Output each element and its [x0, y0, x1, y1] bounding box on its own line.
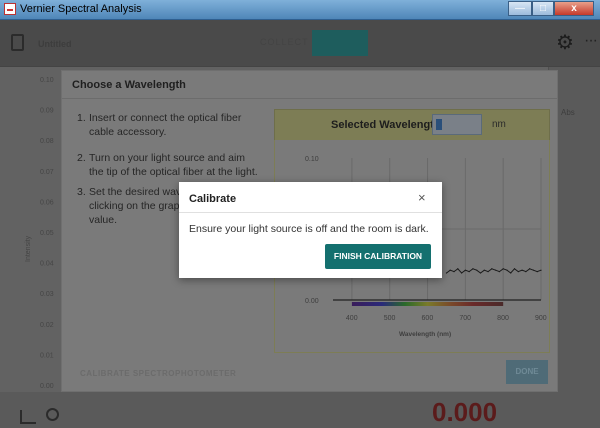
spectrum-point — [502, 268, 504, 270]
bg-y-tick-label: 0.07 — [40, 169, 54, 176]
calibrate-dialog: Calibrate × Ensure your light source is … — [179, 182, 442, 278]
y-tick-label: 0.10 — [305, 156, 319, 163]
meter-reading: 0.000 — [432, 397, 498, 427]
app-toolbar: Untitled COLLECT ⚙ ··· — [0, 20, 600, 67]
window-titlebar: Vernier Spectral Analysis — □ x — [0, 0, 600, 20]
bg-y-tick-label: 0.09 — [40, 108, 54, 115]
bg-y-tick-label: 0.03 — [40, 291, 54, 298]
divider — [179, 212, 442, 213]
zoom-icon[interactable] — [46, 408, 59, 421]
spectrum-point — [483, 269, 485, 271]
close-icon[interactable]: × — [418, 190, 426, 205]
spectrum-point — [540, 269, 542, 271]
step-text: Turn on your light source and aim the ti… — [89, 152, 258, 178]
close-window-button[interactable]: x — [554, 1, 594, 16]
bg-y-tick-label: 0.08 — [40, 138, 54, 145]
bg-y-tick-label: 0.06 — [40, 199, 54, 206]
unit-label: nm — [492, 119, 506, 130]
side-panel-label: Abs — [561, 108, 575, 117]
done-button[interactable]: DONE — [506, 360, 548, 384]
spectrum-point — [525, 271, 527, 273]
file-icon[interactable] — [11, 34, 24, 51]
wavelength-input[interactable] — [432, 114, 482, 135]
x-tick-label: 500 — [384, 315, 396, 322]
bg-y-tick-label: 0.02 — [40, 322, 54, 329]
spectrum-point — [513, 268, 516, 270]
window-controls: — □ x — [508, 1, 594, 16]
dialog-title: Choose a Wavelength — [72, 79, 186, 91]
spectrum-point — [495, 269, 497, 271]
tab-collect[interactable]: COLLECT — [260, 37, 309, 47]
spectrum-point — [506, 269, 508, 271]
step-number: 1. — [77, 112, 86, 124]
bg-y-tick-label: 0.05 — [40, 230, 54, 237]
more-options-icon[interactable]: ··· — [584, 33, 598, 49]
x-tick-label: 800 — [497, 315, 509, 322]
selected-wavelength-label: Selected Wavelength: — [331, 119, 445, 131]
spectrum-point — [510, 272, 512, 274]
spectrum-point — [536, 271, 538, 273]
step-number: 2. — [77, 152, 86, 164]
bg-y-axis-label: Intensity — [25, 235, 32, 262]
x-tick-label: 700 — [459, 315, 471, 322]
bg-y-tick-label: 0.00 — [40, 383, 54, 390]
spectrum-color-band — [351, 302, 504, 306]
x-tick-label: 400 — [346, 315, 358, 322]
minimize-button[interactable]: — — [508, 1, 532, 16]
spectrum-point — [476, 269, 478, 271]
spectrum-point — [529, 268, 531, 270]
spectrum-point — [464, 269, 466, 271]
spectrum-point — [487, 271, 489, 273]
step-number: 3. — [77, 186, 86, 198]
y-tick-label: 0.00 — [305, 298, 319, 305]
finish-calibration-button[interactable]: FINISH CALIBRATION — [325, 244, 431, 269]
step-text: Insert or connect the optical fiber cabl… — [89, 112, 242, 138]
divider — [62, 98, 557, 99]
document-title: Untitled — [38, 39, 72, 49]
spectrum-point — [460, 272, 463, 274]
calibrate-dialog-title: Calibrate — [189, 193, 237, 205]
calibrate-spectrophotometer-button[interactable]: CALIBRATE SPECTROPHOTOMETER — [80, 369, 236, 378]
app-icon — [4, 3, 16, 15]
spectrum-point — [453, 271, 455, 273]
x-tick-label: 600 — [422, 315, 434, 322]
x-tick-label: 900 — [535, 315, 547, 322]
spectrum-point — [479, 272, 482, 274]
spectrum-point — [445, 272, 448, 274]
spectrum-point — [498, 271, 500, 273]
spectrum-point — [491, 268, 493, 270]
instruction-step-2: 2. Turn on your light source and aim the… — [77, 151, 262, 179]
spectrum-point — [449, 269, 451, 271]
bg-y-tick-label: 0.01 — [40, 352, 54, 359]
maximize-button[interactable]: □ — [532, 1, 554, 16]
bg-y-tick-label: 0.10 — [40, 77, 54, 84]
spectrum-point — [472, 268, 474, 270]
gear-icon[interactable]: ⚙ — [556, 33, 574, 53]
selected-wavelength-bar: Selected Wavelength: nm — [274, 109, 550, 142]
chart-icon[interactable] — [20, 410, 36, 424]
bottom-bar — [0, 392, 600, 428]
instruction-step-1: 1. Insert or connect the optical fiber c… — [77, 111, 262, 139]
tab-active[interactable] — [312, 30, 368, 56]
spectrum-point — [532, 269, 535, 271]
spectrum-point — [468, 271, 470, 273]
spectrum-point — [521, 269, 523, 271]
spectrum-point — [517, 271, 519, 273]
spectrum-point — [457, 268, 459, 270]
window-title: Vernier Spectral Analysis — [20, 3, 142, 15]
x-axis-label: Wavelength (nm) — [399, 331, 451, 338]
bg-y-tick-label: 0.04 — [40, 261, 54, 268]
text-cursor — [436, 119, 442, 130]
calibrate-message: Ensure your light source is off and the … — [189, 223, 429, 235]
